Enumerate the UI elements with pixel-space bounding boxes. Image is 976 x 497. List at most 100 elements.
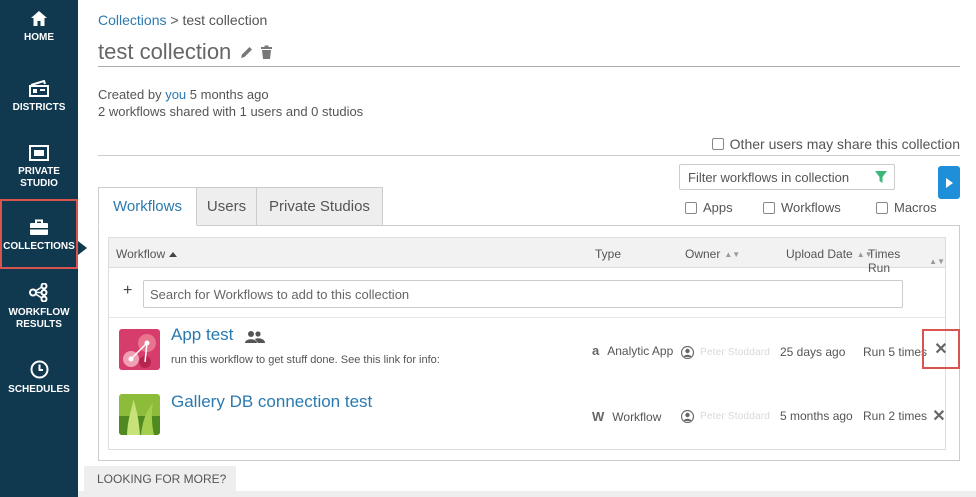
breadcrumb: Collections > test collection — [98, 12, 267, 28]
type-icon: a — [592, 343, 600, 358]
close-icon: ✕ — [934, 341, 948, 358]
shared-summary: 2 workflows shared with 1 users and 0 st… — [98, 104, 364, 119]
created-info: Created by you 5 months ago — [98, 87, 269, 102]
column-label: Workflow — [116, 247, 166, 261]
private-studio-icon — [29, 145, 49, 161]
filter-type-label: Apps — [703, 200, 733, 215]
sidebar-item-label: SCHEDULES — [8, 384, 70, 395]
plus-icon: + — [123, 282, 133, 299]
column-type[interactable]: Type — [595, 247, 621, 261]
owner-name: Peter Stoddard — [700, 411, 771, 422]
search-placeholder: Search for Workflows to add to this coll… — [150, 286, 410, 302]
type-cell: W Workflow — [592, 409, 661, 424]
type-cell: a Analytic App — [592, 343, 673, 358]
workflow-search-input[interactable]: Search for Workflows to add to this coll… — [143, 280, 903, 308]
briefcase-icon — [30, 219, 48, 235]
sidebar-item-label: HOME — [24, 32, 54, 43]
close-icon: ✕ — [932, 408, 946, 425]
column-upload-date[interactable]: Upload Date ▲▼ — [786, 247, 873, 261]
filter-type-workflows[interactable]: Workflows — [763, 200, 841, 215]
upload-date-cell: 25 days ago — [780, 345, 846, 359]
clock-icon — [30, 360, 48, 379]
type-label: Analytic App — [607, 343, 674, 358]
column-workflow[interactable]: Workflow — [116, 247, 178, 261]
title-row: test collection — [98, 38, 960, 67]
macros-checkbox[interactable] — [876, 201, 888, 214]
table-row[interactable]: Gallery DB connection test W Workflow Pe… — [109, 384, 946, 446]
users-icon — [245, 330, 265, 348]
sort-icon: ▲▼ — [929, 256, 945, 266]
workflow-thumbnail — [119, 329, 160, 370]
breadcrumb-collections-link[interactable]: Collections — [98, 12, 166, 28]
workflow-name-link[interactable]: Gallery DB connection test — [171, 392, 372, 412]
bottom-bar — [78, 491, 976, 497]
times-run-cell: Run 2 times — [863, 409, 928, 423]
remove-workflow-button[interactable]: ✕ — [922, 329, 960, 369]
sidebar-item-private-studio[interactable]: PRIVATE STUDIO — [0, 145, 78, 190]
looking-for-more-tab[interactable]: LOOKING FOR MORE? — [84, 466, 236, 491]
sidebar-item-collections[interactable]: COLLECTIONS — [0, 199, 78, 269]
breadcrumb-current: test collection — [182, 12, 268, 28]
tab-workflows[interactable]: Workflows — [98, 187, 197, 226]
sidebar-item-label: COLLECTIONS — [3, 241, 75, 252]
expand-panel-button[interactable] — [938, 166, 960, 199]
play-arrow-icon — [946, 177, 953, 188]
apps-checkbox[interactable] — [685, 201, 697, 214]
tab-users[interactable]: Users — [196, 187, 257, 226]
sidebar-item-workflow-results[interactable]: WORKFLOW RESULTS — [0, 283, 78, 331]
remove-workflow-button[interactable]: ✕ — [927, 404, 951, 428]
table-header: Workflow Type Owner ▲▼ Upload Date ▲▼ Ti… — [109, 238, 945, 275]
breadcrumb-separator: > — [166, 12, 183, 28]
column-label: Owner — [685, 247, 721, 261]
column-label: Type — [595, 247, 622, 261]
page-title: test collection — [98, 39, 232, 64]
owner-name: Peter Stoddard — [700, 347, 771, 358]
times-run-cell: Run 5 times — [863, 345, 928, 359]
owner-cell: Peter Stoddard — [681, 410, 770, 423]
user-avatar-icon — [681, 346, 694, 359]
filter-type-label: Macros — [894, 200, 937, 215]
filter-type-apps[interactable]: Apps — [685, 200, 733, 215]
sidebar-item-schedules[interactable]: SCHEDULES — [0, 360, 78, 396]
owner-cell: Peter Stoddard — [681, 346, 770, 359]
trash-icon[interactable] — [260, 45, 273, 60]
divider — [98, 155, 960, 156]
funnel-icon[interactable] — [874, 170, 888, 187]
table-row[interactable]: App test run this workflow to get stuff … — [109, 319, 960, 381]
workflows-table: Workflow Type Owner ▲▼ Upload Date ▲▼ Ti… — [108, 237, 960, 450]
share-checkbox[interactable] — [711, 138, 724, 150]
home-icon — [31, 11, 47, 26]
sidebar-item-districts[interactable]: DISTRICTS — [0, 80, 78, 114]
workflows-checkbox[interactable] — [763, 201, 775, 214]
sidebar-item-home[interactable]: HOME — [0, 10, 78, 44]
active-nav-pointer — [78, 241, 87, 255]
filter-placeholder: Filter workflows in collection — [688, 169, 850, 185]
column-label: Upload Date — [786, 247, 853, 261]
user-avatar-icon — [681, 410, 694, 423]
filter-workflows-input[interactable]: Filter workflows in collection — [679, 164, 895, 190]
districts-icon — [29, 80, 49, 97]
filter-type-label: Workflows — [781, 200, 841, 215]
tab-private-studios[interactable]: Private Studios — [256, 187, 383, 226]
share-option-label: Other users may share this collection — [729, 136, 960, 152]
type-icon: W — [592, 409, 605, 424]
edit-pencil-icon[interactable] — [239, 45, 254, 60]
created-suffix: 5 months ago — [186, 87, 269, 102]
sort-icon: ▲▼ — [724, 249, 741, 259]
workflow-description: run this workflow to get stuff done. See… — [171, 354, 440, 366]
workflow-name-link[interactable]: App test — [171, 325, 233, 345]
sort-up-icon — [169, 251, 178, 257]
created-by-user-link[interactable]: you — [165, 87, 186, 102]
filter-type-macros[interactable]: Macros — [876, 200, 937, 215]
add-workflow-row: + Search for Workflows to add to this co… — [109, 268, 945, 318]
workflow-thumbnail — [119, 394, 160, 435]
created-prefix: Created by — [98, 87, 166, 102]
sidebar-item-label: DISTRICTS — [12, 102, 66, 113]
share-option[interactable]: Other users may share this collection — [711, 136, 960, 152]
sidebar-item-label: WORKFLOW RESULTS — [8, 307, 70, 330]
sidebar-item-label: PRIVATE STUDIO — [18, 166, 60, 189]
workflow-results-icon — [29, 283, 48, 302]
upload-date-cell: 5 months ago — [780, 409, 853, 423]
column-owner[interactable]: Owner ▲▼ — [685, 247, 740, 261]
sidebar: HOME DISTRICTS PRIVATE STUDIO COLLECTION… — [0, 0, 78, 497]
